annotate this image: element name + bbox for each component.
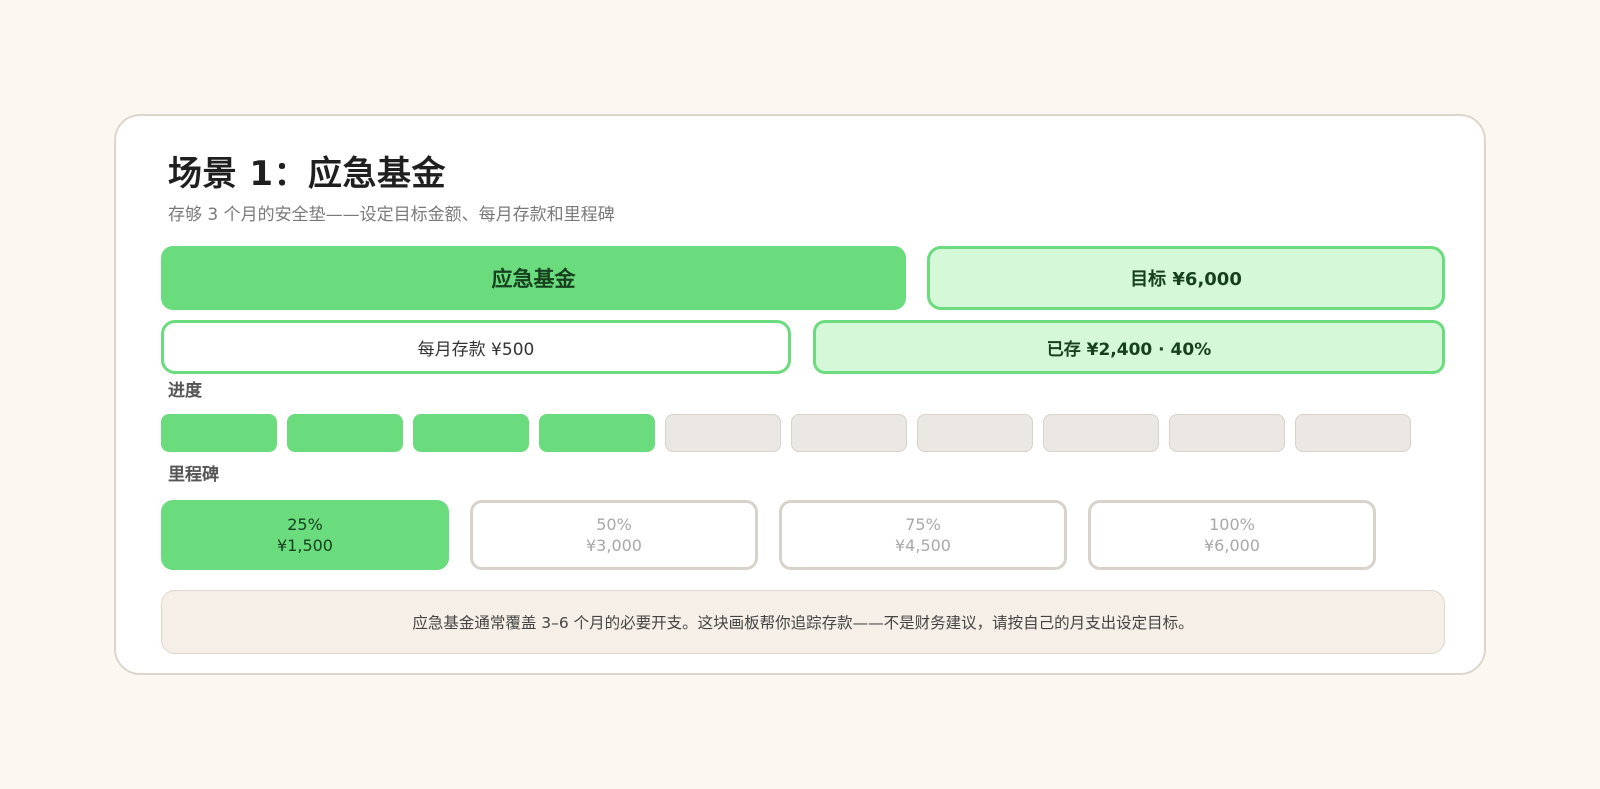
- progress-segment-filled: [161, 414, 277, 452]
- milestone-list: 25% ¥1,500 50% ¥3,000 75% ¥4,500 100% ¥6…: [161, 500, 1376, 570]
- saved-amount-box[interactable]: 已存 ¥2,400 · 40%: [813, 320, 1445, 374]
- emergency-fund-card: 场景 1：应急基金 存够 3 个月的安全垫——设定目标金额、每月存款和里程碑 应…: [114, 114, 1486, 675]
- milestone-percent: 25%: [287, 515, 323, 534]
- progress-segment-empty: [791, 414, 907, 452]
- page-subtitle: 存够 3 个月的安全垫——设定目标金额、每月存款和里程碑: [168, 205, 615, 225]
- progress-segment-empty: [665, 414, 781, 452]
- progress-segment-filled: [539, 414, 655, 452]
- milestone-card[interactable]: 50% ¥3,000: [470, 500, 758, 570]
- milestone-amount: ¥3,000: [586, 536, 642, 555]
- progress-segment-empty: [1169, 414, 1285, 452]
- milestone-card[interactable]: 25% ¥1,500: [161, 500, 449, 570]
- page-title: 场景 1：应急基金: [168, 154, 446, 194]
- milestones-label: 里程碑: [168, 465, 219, 485]
- target-amount-box[interactable]: 目标 ¥6,000: [927, 246, 1445, 310]
- milestone-card[interactable]: 75% ¥4,500: [779, 500, 1067, 570]
- monthly-deposit-box[interactable]: 每月存款 ¥500: [161, 320, 791, 374]
- progress-segment-empty: [1295, 414, 1411, 452]
- milestone-percent: 50%: [596, 515, 632, 534]
- milestone-amount: ¥4,500: [895, 536, 951, 555]
- progress-label: 进度: [168, 381, 202, 401]
- fund-name-button[interactable]: 应急基金: [161, 246, 906, 310]
- milestone-percent: 100%: [1209, 515, 1255, 534]
- milestone-card[interactable]: 100% ¥6,000: [1088, 500, 1376, 570]
- milestone-percent: 75%: [905, 515, 941, 534]
- progress-segment-empty: [917, 414, 1033, 452]
- progress-bar: [161, 414, 1411, 452]
- progress-segment-empty: [1043, 414, 1159, 452]
- milestone-amount: ¥6,000: [1204, 536, 1260, 555]
- milestone-amount: ¥1,500: [277, 536, 333, 555]
- progress-segment-filled: [413, 414, 529, 452]
- disclaimer-note: 应急基金通常覆盖 3–6 个月的必要开支。这块画板帮你追踪存款——不是财务建议，…: [161, 590, 1445, 654]
- progress-segment-filled: [287, 414, 403, 452]
